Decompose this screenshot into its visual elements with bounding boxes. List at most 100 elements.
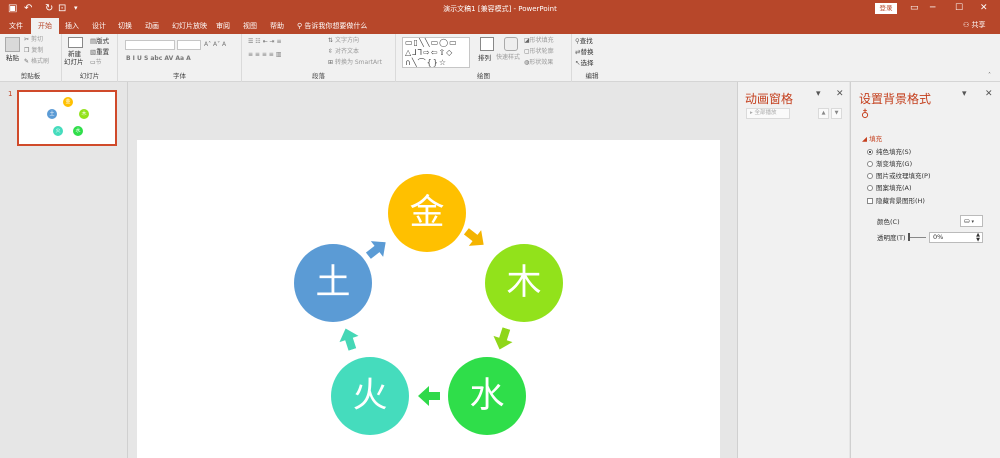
share-button[interactable]: ⚇ 共享 — [963, 20, 986, 30]
reset-label: 重置 — [96, 48, 110, 56]
spinner-icon[interactable]: ▲ ▼ — [976, 233, 980, 243]
align-text-label: 对齐文本 — [334, 48, 359, 55]
align-text-button[interactable]: ⇳ 对齐文本 — [328, 48, 359, 56]
find-button[interactable]: ⚲查找 — [575, 37, 593, 45]
pattern-fill-option[interactable]: 图案填充(A) — [867, 184, 912, 192]
font-name-box[interactable] — [125, 40, 175, 50]
cut-button[interactable]: ✂ 剪切 — [24, 36, 43, 44]
tab-home[interactable]: 开始 — [31, 18, 59, 34]
node-water[interactable]: 水 — [448, 357, 526, 435]
new-slide-icon[interactable] — [68, 37, 83, 48]
thumb-node-earth: 土 — [47, 109, 57, 119]
close-animation-pane-icon[interactable]: ✕ — [836, 89, 844, 99]
pane-options-icon[interactable]: ▾ — [962, 89, 967, 99]
play-all-button[interactable]: ▸ 全部播放 — [746, 108, 790, 119]
new-slide-label[interactable]: 新建 — [68, 50, 81, 58]
scissors-icon: ✂ — [24, 36, 30, 43]
arrange-icon[interactable] — [480, 37, 494, 51]
slide[interactable]: 金 木 水 火 土 — [137, 140, 720, 458]
solid-fill-option[interactable]: 纯色填充(S) — [867, 148, 911, 156]
shape-outline-button[interactable]: ▢形状轮廓 — [524, 48, 554, 56]
transparency-slider[interactable] — [908, 237, 926, 238]
node-earth[interactable]: 土 — [294, 244, 372, 322]
tab-insert[interactable]: 插入 — [65, 21, 79, 31]
arrow-wood-to-water[interactable] — [490, 325, 516, 352]
picture-fill-option[interactable]: 图片或纹理填充(P) — [867, 172, 931, 180]
layout-button[interactable]: ▤版式 — [90, 37, 109, 45]
arrange-button[interactable]: 排列 — [478, 54, 491, 62]
login-button[interactable]: 登录 — [875, 3, 897, 14]
replace-label: 替换 — [580, 48, 594, 56]
smartart-button[interactable]: ⊞ 转换为 SmartArt — [328, 59, 382, 67]
tab-file[interactable]: 文件 — [9, 21, 23, 31]
gradient-fill-option[interactable]: 渐变填充(G) — [867, 160, 912, 168]
align-text-icon: ⇳ — [328, 48, 334, 55]
tab-slideshow[interactable]: 幻灯片放映 — [172, 21, 207, 31]
person-icon: ⚇ — [963, 21, 970, 29]
tab-transitions[interactable]: 切换 — [118, 21, 132, 31]
arrow-fire-to-earth[interactable] — [336, 325, 362, 352]
paste-icon[interactable] — [5, 37, 20, 52]
collapse-ribbon-icon[interactable]: ˄ — [988, 72, 991, 80]
node-fire[interactable]: 火 — [331, 357, 409, 435]
section-button[interactable]: ▭节 — [90, 59, 102, 67]
shape-effects-button[interactable]: ◍形状效果 — [524, 59, 553, 67]
new-slide-label-2[interactable]: 幻灯片 — [64, 58, 84, 66]
copy-button[interactable]: ❐ 复制 — [24, 47, 43, 55]
ribbon-display-icon[interactable]: ▭ — [910, 2, 919, 14]
hide-background-graphics[interactable]: 隐藏背景图形(H) — [867, 197, 925, 205]
paste-button[interactable]: 粘贴 — [6, 54, 19, 62]
fill-bucket-icon[interactable]: ♁ — [861, 108, 869, 121]
arrow-metal-to-wood[interactable] — [460, 223, 490, 252]
ribbon: 粘贴 ✂ 剪切 ❐ 复制 ✎ 格式刷 剪贴板 新建 幻灯片 ▤版式 ▧重置 ▭节… — [0, 34, 1000, 82]
transparency-input[interactable]: 0% ▲ ▼ — [929, 232, 983, 243]
slide-thumbnail[interactable]: 金 木 水 火 土 — [17, 90, 117, 146]
move-up-icon[interactable]: ▲ — [818, 108, 829, 119]
node-wood[interactable]: 木 — [485, 244, 563, 322]
quick-styles-icon[interactable] — [504, 37, 518, 51]
fill-section-label: 填充 — [869, 135, 883, 143]
minimize-icon[interactable]: ─ — [930, 2, 935, 14]
reset-button[interactable]: ▧重置 — [90, 48, 109, 56]
color-picker-button[interactable]: ⛀ ▾ — [960, 215, 983, 227]
arrow-water-to-fire[interactable] — [418, 386, 440, 406]
close-icon[interactable]: ✕ — [980, 2, 988, 14]
font-grow-shrink-icons[interactable]: A˄ A˅ A — [204, 41, 226, 49]
tab-animations[interactable]: 动画 — [145, 21, 159, 31]
shape-fill-button[interactable]: ◪形状填充 — [524, 37, 554, 45]
text-direction-button[interactable]: ⇅ 文字方向 — [328, 37, 359, 45]
replace-button[interactable]: ⇄替换 — [575, 48, 593, 56]
font-style-icons[interactable]: B I U S abc AV Aa A — [126, 55, 191, 63]
ribbon-tabs: 文件 开始 插入 设计 切换 动画 幻灯片放映 审阅 视图 帮助 ⚲ 告诉我你想… — [0, 17, 1000, 34]
smartart-label: 转换为 SmartArt — [334, 59, 382, 66]
pane-options-icon[interactable]: ▾ — [816, 89, 821, 99]
format-painter-button[interactable]: ✎ 格式刷 — [24, 58, 49, 66]
slide-thumbnails-pane: 1 金 木 水 火 土 — [0, 82, 128, 458]
transparency-slider-handle[interactable] — [908, 233, 910, 241]
arrow-earth-to-metal[interactable] — [362, 234, 392, 263]
select-button[interactable]: ↖选择 — [575, 59, 593, 67]
node-metal[interactable]: 金 — [388, 174, 466, 252]
paragraph-group-label: 段落 — [312, 72, 325, 80]
format-background-title: 设置背景格式 — [859, 92, 932, 106]
tab-view[interactable]: 视图 — [243, 21, 257, 31]
move-down-icon[interactable]: ▼ — [831, 108, 842, 119]
copy-label: 复制 — [31, 47, 44, 54]
maximize-icon[interactable]: ☐ — [955, 2, 963, 14]
tab-review[interactable]: 审阅 — [216, 21, 230, 31]
shapes-gallery[interactable]: ▭▯╲╲▭◯▭ △⅃⅂⇨⇦⇧◇ ∩╲⌒{}☆ — [402, 37, 470, 68]
fill-section-header[interactable]: ◢ 填充 — [862, 135, 882, 143]
list-icons[interactable]: ☰ ☷ ⇤ ⇥ ≡ — [248, 38, 281, 46]
pattern-fill-label: 图案填充(A) — [876, 184, 912, 192]
tab-help[interactable]: 帮助 — [270, 21, 284, 31]
slides-group: 新建 幻灯片 ▤版式 ▧重置 ▭节 幻灯片 — [62, 34, 118, 82]
quick-styles-button[interactable]: 快速样式 — [496, 54, 520, 62]
align-icons[interactable]: ≡ ≡ ≡ ≡ ▥ — [248, 51, 281, 59]
font-size-box[interactable] — [177, 40, 201, 50]
tell-me-search[interactable]: ⚲ 告诉我你想要做什么 — [297, 21, 367, 31]
play-icon: ▸ — [750, 110, 753, 116]
tab-design[interactable]: 设计 — [92, 21, 106, 31]
find-label: 查找 — [579, 37, 593, 45]
close-format-pane-icon[interactable]: ✕ — [985, 89, 993, 99]
text-direction-label: 文字方向 — [334, 37, 359, 44]
